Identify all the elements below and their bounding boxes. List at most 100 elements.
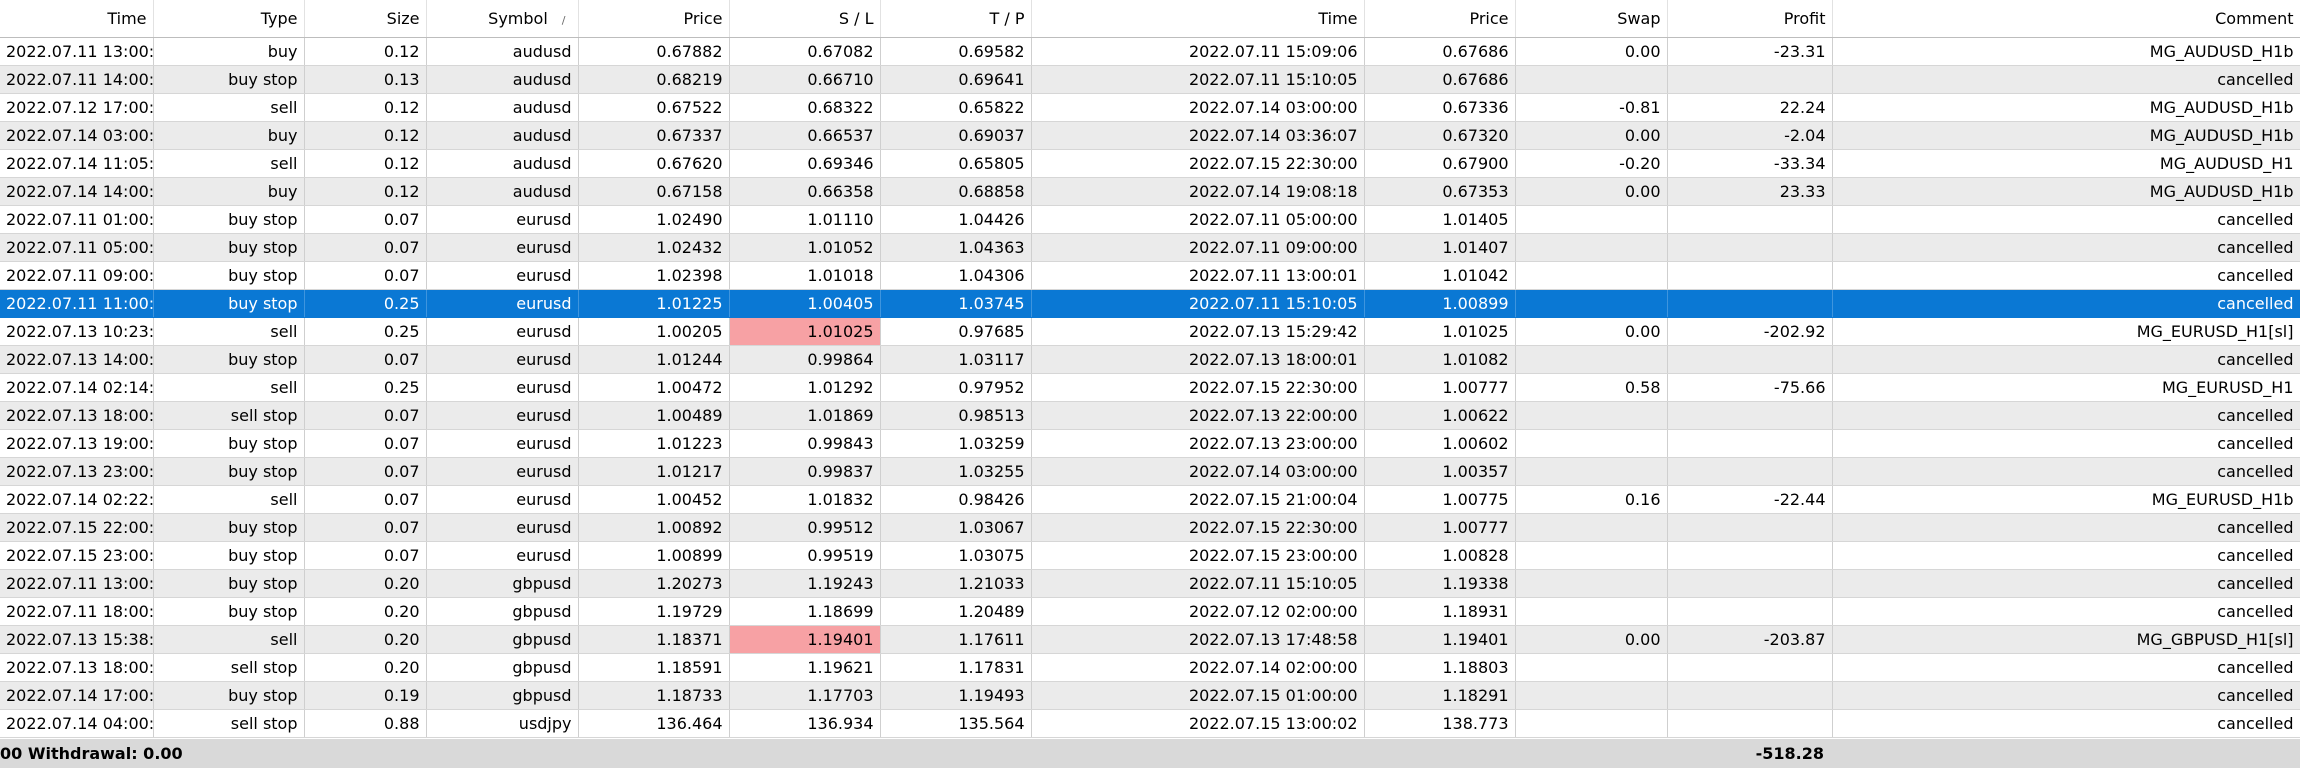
- cell-symbol: gbpusd: [426, 653, 579, 682]
- cell-symbol: audusd: [426, 149, 579, 178]
- table-row[interactable]: 2022.07.14 02:22:24sell0.07eurusd1.00452…: [0, 485, 2300, 514]
- cell-type: buy stop: [153, 681, 305, 710]
- table-row[interactable]: 2022.07.14 02:14:33sell0.25eurusd1.00472…: [0, 373, 2300, 402]
- column-header-price[interactable]: Price: [578, 0, 730, 38]
- cell-time: 2022.07.13 19:00:00: [0, 429, 154, 458]
- cell-size: 0.12: [304, 177, 427, 206]
- column-header-swap[interactable]: Swap: [1515, 0, 1668, 38]
- cell-price: 1.20273: [578, 569, 730, 598]
- table-row[interactable]: 2022.07.11 11:00:00buy stop0.25eurusd1.0…: [0, 289, 2300, 318]
- table-row[interactable]: 2022.07.11 13:00:01buy0.12audusd0.678820…: [0, 37, 2300, 66]
- cell-size: 0.20: [304, 625, 427, 654]
- cell-tp: 0.68858: [880, 177, 1032, 206]
- cell-close-time: 2022.07.11 15:10:05: [1031, 289, 1365, 318]
- cell-size: 0.12: [304, 93, 427, 122]
- cell-sl: 0.69346: [729, 149, 881, 178]
- cell-tp: 1.04306: [880, 261, 1032, 290]
- table-row[interactable]: 2022.07.14 17:00:00buy stop0.19gbpusd1.1…: [0, 681, 2300, 710]
- cell-time: 2022.07.14 04:00:00: [0, 709, 154, 738]
- cell-close-time: 2022.07.11 13:00:01: [1031, 261, 1365, 290]
- column-header-type[interactable]: Type: [153, 0, 305, 38]
- cell-time: 2022.07.13 18:00:00: [0, 653, 154, 682]
- cell-symbol: eurusd: [426, 233, 579, 262]
- table-row[interactable]: 2022.07.11 05:00:00buy stop0.07eurusd1.0…: [0, 233, 2300, 262]
- table-row[interactable]: 2022.07.15 22:00:00buy stop0.07eurusd1.0…: [0, 513, 2300, 542]
- table-row[interactable]: 2022.07.13 23:00:00buy stop0.07eurusd1.0…: [0, 457, 2300, 486]
- table-row[interactable]: 2022.07.14 03:00:00buy0.12audusd0.673370…: [0, 121, 2300, 150]
- cell-comment: cancelled: [1832, 345, 2300, 374]
- cell-sl: 0.66358: [729, 177, 881, 206]
- cell-type: sell stop: [153, 653, 305, 682]
- column-header-label: T / P: [989, 8, 1025, 28]
- cell-symbol: gbpusd: [426, 625, 579, 654]
- cell-sl: 0.99519: [729, 541, 881, 570]
- table-row[interactable]: 2022.07.11 09:00:00buy stop0.07eurusd1.0…: [0, 261, 2300, 290]
- table-row[interactable]: 2022.07.11 01:00:00buy stop0.07eurusd1.0…: [0, 205, 2300, 234]
- cell-type: sell: [153, 317, 305, 346]
- cell-tp: 1.03255: [880, 457, 1032, 486]
- cell-symbol: gbpusd: [426, 569, 579, 598]
- cell-swap: [1515, 457, 1668, 486]
- table-row[interactable]: 2022.07.12 17:00:00sell0.12audusd0.67522…: [0, 93, 2300, 122]
- cell-size: 0.07: [304, 233, 427, 262]
- column-header-close-price[interactable]: Price: [1364, 0, 1516, 38]
- table-row[interactable]: 2022.07.11 13:00:01buy stop0.20gbpusd1.2…: [0, 569, 2300, 598]
- table-row[interactable]: 2022.07.11 18:00:00buy stop0.20gbpusd1.1…: [0, 597, 2300, 626]
- table-row[interactable]: 2022.07.13 18:00:01sell stop0.07eurusd1.…: [0, 401, 2300, 430]
- cell-size: 0.12: [304, 37, 427, 66]
- cell-profit: [1667, 261, 1833, 290]
- column-header-size[interactable]: Size: [304, 0, 427, 38]
- cell-symbol: eurusd: [426, 513, 579, 542]
- table-row[interactable]: 2022.07.14 04:00:00sell stop0.88usdjpy13…: [0, 709, 2300, 738]
- table-row[interactable]: 2022.07.13 15:38:18sell0.20gbpusd1.18371…: [0, 625, 2300, 654]
- cell-type: buy stop: [153, 429, 305, 458]
- cell-price: 1.02398: [578, 261, 730, 290]
- table-row[interactable]: 2022.07.13 14:00:00buy stop0.07eurusd1.0…: [0, 345, 2300, 374]
- cell-price: 1.02490: [578, 205, 730, 234]
- cell-close-time: 2022.07.15 22:30:00: [1031, 373, 1365, 402]
- cell-symbol: eurusd: [426, 205, 579, 234]
- cell-close-price: 1.19338: [1364, 569, 1516, 598]
- cell-close-time: 2022.07.14 19:08:18: [1031, 177, 1365, 206]
- cell-close-time: 2022.07.15 21:00:04: [1031, 485, 1365, 514]
- cell-comment: cancelled: [1832, 541, 2300, 570]
- column-header-sl[interactable]: S / L: [729, 0, 881, 38]
- cell-comment: cancelled: [1832, 205, 2300, 234]
- table-row[interactable]: 2022.07.14 11:05:23sell0.12audusd0.67620…: [0, 149, 2300, 178]
- cell-swap: [1515, 541, 1668, 570]
- column-header-symbol[interactable]: Symbol /: [426, 0, 579, 38]
- cell-comment: cancelled: [1832, 233, 2300, 262]
- cell-type: buy stop: [153, 345, 305, 374]
- column-header-close-time[interactable]: Time: [1031, 0, 1365, 38]
- cell-size: 0.07: [304, 205, 427, 234]
- cell-type: buy: [153, 121, 305, 150]
- account-history-panel: Time Type Size Symbol / Price S / L T / P Time Pr…: [0, 0, 2300, 768]
- table-row[interactable]: 2022.07.13 10:23:26sell0.25eurusd1.00205…: [0, 317, 2300, 346]
- cell-comment: cancelled: [1832, 457, 2300, 486]
- cell-time: 2022.07.11 14:00:00: [0, 65, 154, 94]
- table-row[interactable]: 2022.07.11 14:00:00buy stop0.13audusd0.6…: [0, 65, 2300, 94]
- cell-close-time: 2022.07.15 22:30:00: [1031, 513, 1365, 542]
- cell-profit: [1667, 681, 1833, 710]
- column-header-comment[interactable]: Comment: [1832, 0, 2300, 38]
- cell-swap: -0.81: [1515, 93, 1668, 122]
- cell-swap: 0.00: [1515, 177, 1668, 206]
- cell-swap: 0.00: [1515, 317, 1668, 346]
- cell-sl: 1.17703: [729, 681, 881, 710]
- column-header-label: Time: [107, 8, 147, 28]
- cell-comment: MG_AUDUSD_H1: [1832, 149, 2300, 178]
- table-row[interactable]: 2022.07.13 18:00:00sell stop0.20gbpusd1.…: [0, 653, 2300, 682]
- table-row[interactable]: 2022.07.15 23:00:00buy stop0.07eurusd1.0…: [0, 541, 2300, 570]
- cell-type: buy stop: [153, 205, 305, 234]
- withdrawal-summary: 00 Withdrawal: 0.00: [0, 744, 183, 763]
- cell-close-time: 2022.07.15 22:30:00: [1031, 149, 1365, 178]
- cell-type: sell stop: [153, 401, 305, 430]
- table-row[interactable]: 2022.07.14 14:00:00buy0.12audusd0.671580…: [0, 177, 2300, 206]
- cell-size: 0.07: [304, 261, 427, 290]
- column-header-time[interactable]: Time: [0, 0, 154, 38]
- cell-profit: -202.92: [1667, 317, 1833, 346]
- table-row[interactable]: 2022.07.13 19:00:00buy stop0.07eurusd1.0…: [0, 429, 2300, 458]
- column-header-tp[interactable]: T / P: [880, 0, 1032, 38]
- column-header-profit[interactable]: Profit: [1667, 0, 1833, 38]
- cell-price: 1.19729: [578, 597, 730, 626]
